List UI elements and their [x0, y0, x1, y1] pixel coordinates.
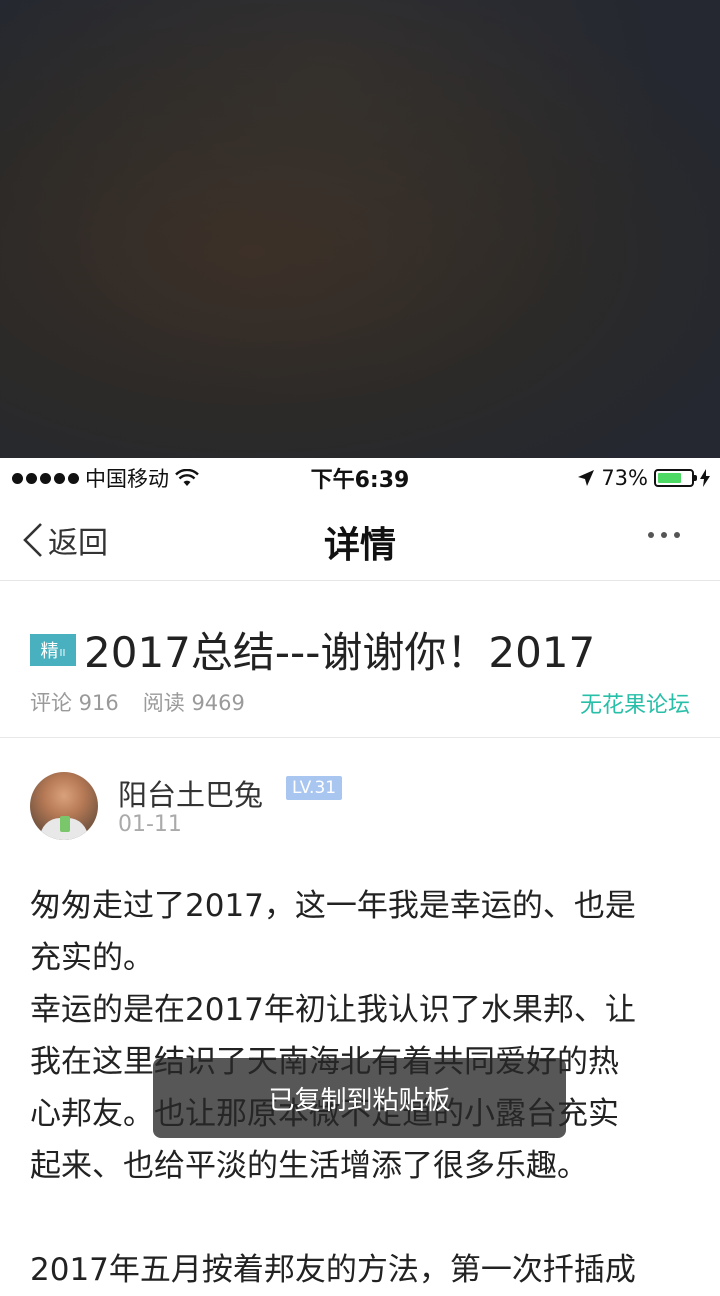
author-info: 阳台土巴兔 LV.31 01-11 [30, 772, 690, 842]
body-line: 2017年五月按着邦友的方法，第一次扦插成 [30, 1252, 636, 1288]
post-date: 01-11 [118, 812, 182, 837]
body-line: 起来、也给平淡的生活增添了很多乐趣。 [30, 1148, 588, 1184]
copied-toast: 已复制到粘贴板 [153, 1058, 566, 1138]
comment-count: 评论 916 [30, 691, 119, 715]
post-stats: 评论 916 阅读 9469 [30, 687, 245, 717]
avatar[interactable] [30, 772, 98, 840]
navigation-bar: 返回 详情 [0, 498, 720, 581]
forum-link[interactable]: 无花果论坛 [580, 687, 690, 719]
body-line: 匆匆走过了2017，这一年我是幸运的、也是 [30, 888, 636, 924]
level-badge: LV.31 [286, 776, 343, 800]
more-options-button[interactable] [648, 532, 680, 538]
body-line: 幸运的是在2017年初让我认识了水果邦、让 [30, 992, 636, 1028]
battery-fill [658, 473, 682, 483]
ellipsis-icon [648, 532, 654, 538]
status-right: 73% [577, 466, 710, 490]
status-bar: 中国移动 下午6:39 73% [0, 458, 720, 498]
title-row: 精 II 2017总结---谢谢你！2017 [30, 619, 595, 680]
author-name[interactable]: 阳台土巴兔 [118, 772, 263, 814]
post-header: 精 II 2017总结---谢谢你！2017 评论 916 阅读 9469 无花果… [0, 581, 720, 738]
blurred-background-image [0, 0, 720, 458]
read-count: 阅读 9469 [142, 691, 245, 715]
featured-badge-label: 精 [40, 640, 59, 662]
battery-icon [654, 469, 697, 487]
charging-bolt-icon [700, 469, 710, 487]
body-line: 充实的。 [30, 940, 154, 976]
post-title: 2017总结---谢谢你！2017 [84, 628, 596, 677]
featured-badge-level: II [59, 648, 66, 659]
featured-badge: 精 II [30, 633, 76, 666]
location-arrow-icon [578, 470, 595, 486]
battery-percent: 73% [601, 466, 648, 490]
page-title: 详情 [323, 525, 396, 566]
